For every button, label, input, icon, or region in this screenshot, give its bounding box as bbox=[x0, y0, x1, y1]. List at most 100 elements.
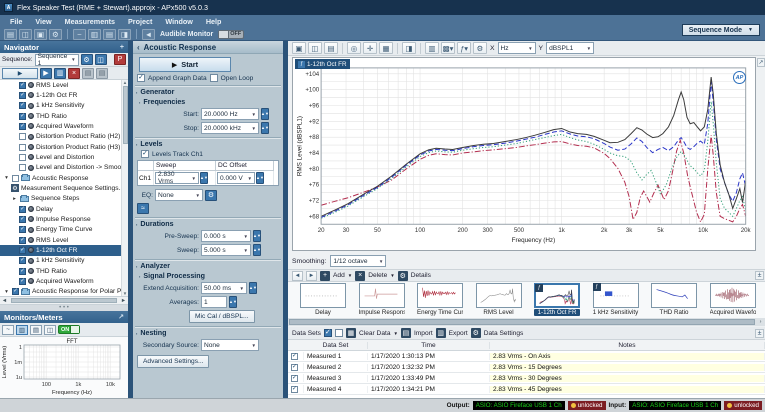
clear-data-icon[interactable]: ▦ bbox=[345, 328, 356, 338]
layout-monitor-icon[interactable]: ◫ bbox=[44, 324, 56, 335]
open-project-icon[interactable]: ◫ bbox=[19, 28, 32, 40]
tree-item-level-and-distortion-smooth[interactable]: Level and Distortion -> Smooth bbox=[0, 163, 127, 173]
averages-input[interactable]: 1 bbox=[201, 296, 227, 308]
menu-file[interactable]: File bbox=[10, 17, 22, 26]
delete-icon[interactable]: × bbox=[355, 270, 366, 281]
back-chevron-icon[interactable]: ‹ bbox=[137, 43, 140, 52]
input-device-badge[interactable]: ASIO: ASIO Fireface USB 1 Ch bbox=[629, 401, 722, 410]
thumbnail-1-khz-sensitivity[interactable]: ƒ 1 kHz Sensitivity bbox=[592, 283, 639, 316]
fit-graph-icon[interactable]: ▦ bbox=[379, 42, 393, 54]
tree-checkbox[interactable]: ✓ bbox=[12, 288, 19, 296]
ch1-level-input[interactable]: 2.830 Vrms ▼ bbox=[155, 171, 199, 185]
tree-checkbox[interactable]: ✓ bbox=[19, 112, 26, 120]
start-freq-stepper[interactable]: ▲▼ bbox=[261, 108, 269, 120]
tree-checkbox[interactable]: ✓ bbox=[19, 215, 26, 223]
graph-tab[interactable]: ƒ 1-12th Oct FR bbox=[295, 59, 350, 69]
sequence-settings-icon[interactable]: ⚙ bbox=[80, 54, 93, 65]
delete-button[interactable]: Delete bbox=[368, 272, 387, 279]
tree-checkbox[interactable]: ✓ bbox=[19, 236, 26, 244]
tree-checkbox[interactable]: ✓ bbox=[19, 257, 26, 265]
y-unit-select[interactable]: dBSPL1 ▼ bbox=[546, 42, 595, 54]
graph-properties-icon[interactable]: ⚙ bbox=[473, 42, 487, 54]
popout-icon[interactable]: ↗ bbox=[118, 313, 124, 321]
check-all-icon[interactable]: ✓ bbox=[323, 329, 332, 337]
start-freq-input[interactable]: 20.0000 Hz ▼ bbox=[201, 108, 259, 120]
data-settings-icon[interactable]: ⚙ bbox=[470, 328, 481, 338]
sequence-export-icon[interactable]: ◫ bbox=[94, 54, 107, 65]
tree-item-1-khz-sensitivity[interactable]: ✓ 1 kHz Sensitivity bbox=[0, 101, 121, 111]
tree-item-thd-ratio[interactable]: ✓ THD Ratio bbox=[0, 266, 121, 276]
compute-fx-icon[interactable]: ƒ▾ bbox=[457, 42, 471, 54]
tree-checkbox[interactable]: ✓ bbox=[19, 205, 26, 213]
tree-item-acquired-waveform[interactable]: ✓ Acquired Waveform bbox=[0, 121, 121, 131]
thumbnail-1-12th-oct-fr[interactable]: ƒ 1-12th Oct FR bbox=[534, 283, 580, 316]
tree-item-distortion-product-ratio-h2[interactable]: Distortion Product Ratio (H2) bbox=[0, 132, 121, 142]
tree-item-rms-level[interactable]: ✓ RMS Level bbox=[0, 235, 121, 245]
run-selected-icon[interactable]: ▶ bbox=[40, 67, 52, 79]
eq-response-icon[interactable]: ≈ bbox=[137, 203, 149, 214]
tree-checkbox[interactable] bbox=[19, 153, 26, 161]
speaker-icon[interactable]: ◄ bbox=[142, 28, 155, 40]
tree-item-acquired-waveform[interactable]: ✓ Acquired Waveform bbox=[0, 276, 121, 286]
filmstrip-scrollbar[interactable]: › bbox=[288, 318, 765, 326]
output-lock-badge[interactable]: unlocked bbox=[567, 401, 606, 410]
signal-monitor-icon[interactable]: ~ bbox=[73, 28, 86, 40]
table-row[interactable]: ✓ Measured 3 1/17/2020 1:33:49 PM 2.83 Vrms… bbox=[288, 373, 765, 384]
collapse-icon[interactable]: ▾ bbox=[3, 175, 10, 181]
scope-monitor-icon[interactable]: ~ bbox=[2, 324, 14, 335]
thumbnail-acquired-waveform[interactable]: Acquired Waveform bbox=[709, 283, 756, 316]
table-display-icon[interactable]: ▥ bbox=[425, 42, 439, 54]
tree-checkbox[interactable]: ✓ bbox=[19, 277, 26, 285]
pre-sweep-input[interactable]: 0.000 s ▼ bbox=[201, 230, 251, 242]
menu-window[interactable]: Window bbox=[165, 17, 192, 26]
ch1-dc-stepper[interactable]: ▲▼ bbox=[256, 172, 264, 184]
bar-meter-icon[interactable]: ▥ bbox=[88, 28, 101, 40]
table-row[interactable]: ✓ Measured 2 1/17/2020 1:32:32 PM 2.83 Vrms… bbox=[288, 362, 765, 373]
collapse-icon[interactable]: ▾ bbox=[3, 289, 10, 295]
x-unit-select[interactable]: Hz ▼ bbox=[497, 42, 536, 54]
sweep-duration-input[interactable]: 5.000 s ▼ bbox=[201, 244, 251, 256]
cursors-menu-icon[interactable]: ▩▾ bbox=[441, 42, 455, 54]
tree-checkbox[interactable]: ✓ bbox=[19, 91, 26, 99]
row-checkbox[interactable]: ✓ bbox=[291, 363, 298, 371]
sequence-mode-dropdown[interactable]: Sequence Mode ▼ bbox=[681, 24, 760, 36]
zoom-tool-icon[interactable]: ◎ bbox=[347, 42, 361, 54]
tree-checkbox[interactable]: ✓ bbox=[19, 81, 26, 89]
menu-project[interactable]: Project bbox=[128, 17, 152, 26]
row-checkbox[interactable]: ✓ bbox=[291, 374, 298, 382]
expand-graph-icon[interactable]: ↗ bbox=[757, 58, 765, 67]
collapse-filmstrip-button[interactable]: ± bbox=[755, 271, 764, 280]
copy-graph-icon[interactable]: ◫ bbox=[308, 42, 322, 54]
pan-tool-icon[interactable]: ✛ bbox=[363, 42, 377, 54]
extend-acquisition-stepper[interactable]: ▲▼ bbox=[249, 282, 257, 294]
export-button[interactable]: Export bbox=[449, 330, 468, 337]
data-settings-button[interactable]: Data Settings bbox=[484, 330, 524, 337]
tree-item-acoustic-response-for-polar-plots[interactable]: ▾ ✓ Acoustic Response for Polar Plots bbox=[0, 287, 128, 296]
move-up-icon[interactable]: ▤ bbox=[82, 67, 94, 79]
tree-item-1-khz-sensitivity[interactable]: ✓ 1 kHz Sensitivity bbox=[0, 256, 121, 266]
menu-help[interactable]: Help bbox=[206, 17, 222, 26]
add-button[interactable]: Add bbox=[333, 272, 345, 279]
tree-item-thd-ratio[interactable]: ✓ THD Ratio bbox=[0, 111, 121, 121]
export-icon[interactable]: ▥ bbox=[435, 328, 446, 338]
stop-freq-stepper[interactable]: ▲▼ bbox=[261, 122, 269, 134]
clear-data-button[interactable]: Clear Data bbox=[359, 330, 391, 337]
monitors-power-toggle[interactable]: ON bbox=[58, 325, 80, 334]
tree-item-distortion-product-ratio-h3[interactable]: Distortion Product Ratio (H3) bbox=[0, 142, 121, 152]
row-checkbox[interactable]: ✓ bbox=[291, 385, 298, 393]
tree-item-delay[interactable]: ✓ Delay bbox=[0, 204, 121, 214]
tree-item-energy-time-curve[interactable]: ✓ Energy Time Curve bbox=[0, 225, 121, 235]
details-button[interactable]: Details bbox=[411, 272, 431, 279]
tree-checkbox[interactable] bbox=[19, 133, 26, 141]
ch1-dc-offset-input[interactable]: 0.000 V ▼ bbox=[217, 172, 255, 184]
thumbnail-rms-level[interactable]: RMS Level bbox=[475, 283, 522, 316]
pre-sweep-stepper[interactable]: ▲▼ bbox=[253, 230, 261, 242]
tree-checkbox[interactable] bbox=[12, 174, 19, 182]
open-loop-checkbox[interactable] bbox=[209, 74, 218, 82]
stop-freq-input[interactable]: 20.0000 kHz ▼ bbox=[201, 122, 259, 134]
smoothing-select[interactable]: 1/12 octave ▼ bbox=[330, 255, 387, 267]
sequence-select[interactable]: Sequence 1 ▼ bbox=[34, 53, 79, 67]
import-icon[interactable]: ▤ bbox=[400, 328, 411, 338]
tree-item-acoustic-response[interactable]: ▾ Acoustic Response bbox=[0, 173, 121, 183]
thumbnail-energy-time-curve[interactable]: Energy Time Curve bbox=[417, 283, 463, 316]
